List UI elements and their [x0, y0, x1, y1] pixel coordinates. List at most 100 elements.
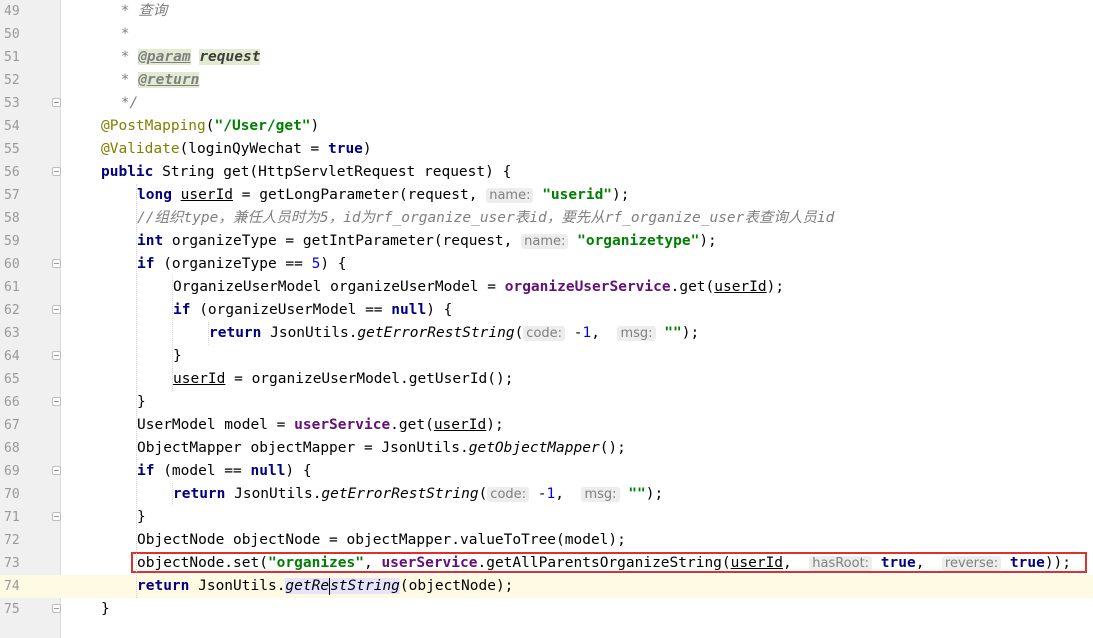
- line-number[interactable]: 67: [4, 414, 28, 437]
- fold-icon[interactable]: [52, 397, 61, 406]
- line-number[interactable]: 53: [4, 92, 28, 115]
- code-token: ) {: [320, 256, 347, 272]
- code-token: true: [327, 141, 363, 157]
- code-token: ,: [555, 486, 582, 502]
- line-number[interactable]: 63: [4, 322, 28, 345]
- line-number[interactable]: 52: [4, 69, 28, 92]
- code-token: long: [137, 187, 172, 203]
- fold-icon[interactable]: [52, 167, 61, 176]
- code-token: ): [310, 118, 320, 134]
- code-text: int organizeType = getIntParameter(reque…: [137, 230, 717, 253]
- code-token: UserModel model =: [137, 417, 295, 433]
- code-line[interactable]: 61 OrganizeUserModel organizeUserModel = …: [0, 276, 1093, 299]
- code-line[interactable]: 74 return JsonUtils.getRestString(objectN…: [0, 575, 1093, 598]
- code-line[interactable]: 58 //组织type，兼任人员时为5，id为rf_organize_user表i…: [0, 207, 1093, 230]
- code-line[interactable]: 54 @PostMapping("/User/get"): [0, 115, 1093, 138]
- code-token: organizeUserService: [504, 279, 671, 295]
- code-token: (: [205, 118, 215, 134]
- code-line[interactable]: 55 @Validate(loginQyWechat = true): [0, 138, 1093, 161]
- code-line[interactable]: 70 return JsonUtils.getErrorRestString(co…: [0, 483, 1093, 506]
- code-token: organizeType = getIntParameter(request,: [163, 233, 522, 249]
- code-token: ,: [591, 325, 618, 341]
- line-number[interactable]: 66: [4, 391, 28, 414]
- code-token: @return: [138, 72, 200, 88]
- line-number[interactable]: 51: [4, 46, 28, 69]
- code-line[interactable]: 49 * 查询: [0, 0, 1093, 23]
- line-number[interactable]: 74: [4, 575, 28, 598]
- line-number[interactable]: 55: [4, 138, 28, 161]
- line-number[interactable]: 59: [4, 230, 28, 253]
- line-number[interactable]: 57: [4, 184, 28, 207]
- code-line[interactable]: 53 */: [0, 92, 1093, 115]
- line-number[interactable]: 68: [4, 437, 28, 460]
- code-text: long userId = getLongParameter(request, …: [137, 184, 630, 207]
- code-line[interactable]: 63 return JsonUtils.getErrorRestString(co…: [0, 322, 1093, 345]
- line-number[interactable]: 64: [4, 345, 28, 368]
- code-token: getObjectMapper: [468, 440, 600, 456]
- code-token: OrganizeUserModel organizeUserModel =: [173, 279, 505, 295]
- code-token: //组织type，兼任人员时为5，id为rf_organize_user表id，…: [137, 210, 835, 226]
- code-token: (: [478, 486, 488, 502]
- code-line[interactable]: 75}: [0, 598, 1093, 621]
- code-line[interactable]: 72 ObjectNode objectNode = objectMapper.v…: [0, 529, 1093, 552]
- code-token: (loginQyWechat =: [179, 141, 328, 157]
- code-token: ();: [599, 440, 626, 456]
- code-token: request: [199, 49, 261, 65]
- code-token: "/User/get": [214, 118, 311, 134]
- line-number[interactable]: 62: [4, 299, 28, 322]
- code-token: );: [612, 187, 630, 203]
- code-text: userId = organizeUserModel.getUserId();: [173, 368, 513, 391]
- code-token: public: [101, 164, 154, 180]
- line-number[interactable]: 60: [4, 253, 28, 276]
- code-token: );: [486, 417, 504, 433]
- line-number[interactable]: 71: [4, 506, 28, 529]
- line-number[interactable]: 56: [4, 161, 28, 184]
- indent-guide: [172, 276, 174, 391]
- fold-icon[interactable]: [52, 305, 61, 314]
- line-number[interactable]: 61: [4, 276, 28, 299]
- code-line[interactable]: 66}: [0, 391, 1093, 414]
- code-line[interactable]: 52 * @return: [0, 69, 1093, 92]
- fold-icon[interactable]: [52, 98, 61, 107]
- code-line[interactable]: 57 long userId = getLongParameter(request…: [0, 184, 1093, 207]
- line-number[interactable]: 54: [4, 115, 28, 138]
- code-token: ObjectNode objectNode = objectMapper.val…: [137, 532, 626, 548]
- indent-guide: [172, 483, 174, 506]
- code-token: @PostMapping: [101, 118, 206, 134]
- code-text: @PostMapping("/User/get"): [101, 115, 319, 138]
- line-number[interactable]: 58: [4, 207, 28, 230]
- code-text: }: [137, 506, 146, 529]
- code-token: *: [112, 3, 139, 19]
- line-number[interactable]: 69: [4, 460, 28, 483]
- fold-icon[interactable]: [52, 604, 61, 613]
- code-line[interactable]: 69 if (model == null) {: [0, 460, 1093, 483]
- code-token: userId: [180, 187, 234, 203]
- code-token: "": [664, 325, 682, 341]
- line-number[interactable]: 49: [4, 0, 28, 23]
- code-line[interactable]: 56 public String get(HttpServletRequest r…: [0, 161, 1093, 184]
- code-line[interactable]: 62 if (organizeUserModel == null) {: [0, 299, 1093, 322]
- code-line[interactable]: 51 * @param request: [0, 46, 1093, 69]
- code-line[interactable]: 65 userId = organizeUserModel.getUserId()…: [0, 368, 1093, 391]
- line-number[interactable]: 73: [4, 552, 28, 575]
- code-line[interactable]: 50 *: [0, 23, 1093, 46]
- fold-icon[interactable]: [52, 351, 61, 360]
- code-token: "": [628, 486, 646, 502]
- line-number[interactable]: 75: [4, 598, 28, 621]
- code-token: );: [766, 279, 785, 295]
- code-line[interactable]: 64}: [0, 345, 1093, 368]
- code-token: */: [112, 95, 139, 111]
- code-line[interactable]: 67 UserModel model = userService.get(user…: [0, 414, 1093, 437]
- fold-icon[interactable]: [52, 466, 61, 475]
- line-number[interactable]: 65: [4, 368, 28, 391]
- fold-icon[interactable]: [52, 259, 61, 268]
- code-line[interactable]: 68 ObjectMapper objectMapper = JsonUtils.…: [0, 437, 1093, 460]
- code-line[interactable]: 71}: [0, 506, 1093, 529]
- code-token: return: [209, 325, 262, 341]
- fold-icon[interactable]: [52, 512, 61, 521]
- code-line[interactable]: 60 if (organizeType == 5) {: [0, 253, 1093, 276]
- line-number[interactable]: 50: [4, 23, 28, 46]
- line-number[interactable]: 70: [4, 483, 28, 506]
- code-line[interactable]: 59 int organizeType = getIntParameter(req…: [0, 230, 1093, 253]
- line-number[interactable]: 72: [4, 529, 28, 552]
